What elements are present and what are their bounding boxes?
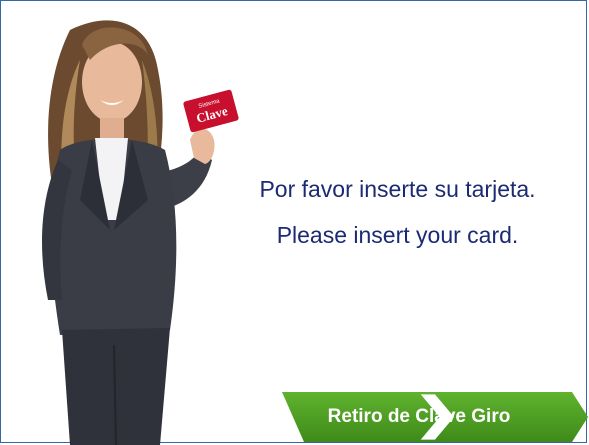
instruction-english: Please insert your card. [276,222,519,248]
chevron-right-icon [420,394,455,440]
retiro-clave-giro-button[interactable]: Retiro de Clave Giro [282,392,588,442]
instruction-spanish: Por favor inserte su tarjeta. [259,176,536,202]
